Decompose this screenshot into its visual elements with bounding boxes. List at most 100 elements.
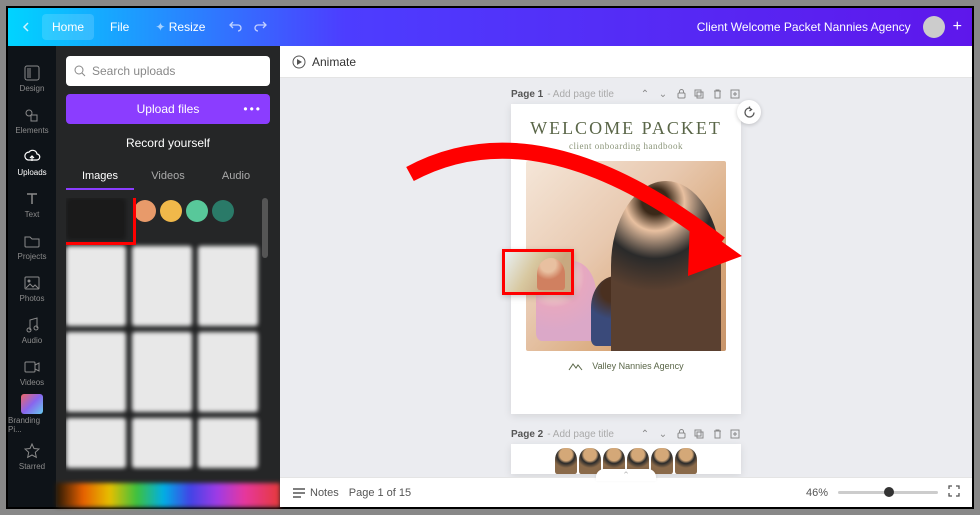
cloud-upload-icon — [23, 148, 41, 166]
page-number-label: Page 1 — [511, 89, 543, 100]
notes-icon — [292, 487, 306, 499]
upload-thumb[interactable] — [198, 332, 258, 412]
page-counter[interactable]: Page 1 of 15 — [349, 487, 411, 499]
record-yourself-button[interactable]: Record yourself — [66, 130, 270, 156]
swatch[interactable] — [160, 200, 182, 222]
upload-more-icon[interactable]: ••• — [243, 102, 262, 116]
back-button[interactable] — [18, 18, 36, 36]
shapes-icon — [23, 106, 41, 124]
chevron-up-icon[interactable]: ⌃ — [639, 428, 651, 440]
tab-images[interactable]: Images — [66, 164, 134, 190]
document-title[interactable]: Client Welcome Packet Nannies Agency — [697, 20, 911, 34]
page-2-header: Page 2 - Add page title ⌃ ⌄ — [511, 428, 741, 440]
rail-projects[interactable]: Projects — [8, 226, 56, 266]
doc-subheading[interactable]: client onboarding handbook — [569, 141, 683, 151]
user-avatar[interactable] — [923, 16, 945, 38]
rail-text[interactable]: Text — [8, 184, 56, 224]
upload-label: Upload files — [137, 102, 200, 116]
swatch[interactable] — [212, 200, 234, 222]
rail-photos[interactable]: Photos — [8, 268, 56, 308]
canvas-viewport[interactable]: Page 1 - Add page title ⌃ ⌄ — [280, 78, 972, 477]
top-menu-bar: Home File ✦ Resize Client Welcome Packet… — [8, 8, 972, 46]
music-icon — [23, 316, 41, 334]
page-title-input[interactable]: - Add page title — [547, 429, 614, 440]
upload-thumb[interactable] — [198, 246, 258, 326]
duplicate-icon[interactable] — [693, 428, 705, 440]
chevron-down-icon[interactable]: ⌄ — [657, 88, 669, 100]
upload-thumb[interactable] — [132, 246, 192, 326]
rail-branding[interactable]: Branding Pi... — [8, 394, 56, 434]
rail-uploads[interactable]: Uploads — [8, 142, 56, 182]
trash-icon[interactable] — [711, 428, 723, 440]
tab-videos[interactable]: Videos — [134, 164, 202, 190]
tab-audio[interactable]: Audio — [202, 164, 270, 190]
lock-icon[interactable] — [675, 88, 687, 100]
add-page-icon[interactable] — [729, 88, 741, 100]
upload-thumb[interactable] — [132, 332, 192, 412]
rail-design[interactable]: Design — [8, 58, 56, 98]
rail-label: Design — [20, 84, 45, 93]
swatch[interactable] — [134, 200, 156, 222]
rail-elements[interactable]: Elements — [8, 100, 56, 140]
zoom-value[interactable]: 46% — [806, 487, 828, 499]
star-icon — [23, 442, 41, 460]
rail-label: Projects — [18, 252, 47, 261]
color-swatches — [132, 198, 270, 240]
template-icon — [23, 64, 41, 82]
mountains-logo-icon — [568, 361, 586, 371]
rail-label: Photos — [20, 294, 45, 303]
upload-thumb[interactable] — [66, 332, 126, 412]
search-input[interactable]: Search uploads — [66, 56, 270, 86]
upload-thumb[interactable] — [198, 418, 258, 468]
upload-thumb[interactable] — [66, 246, 126, 326]
annotation-dragged-thumbnail — [502, 249, 574, 295]
reset-page-button[interactable] — [737, 100, 761, 124]
chevron-up-icon[interactable]: ⌃ — [639, 88, 651, 100]
add-page-icon[interactable] — [729, 428, 741, 440]
page-number-label: Page 2 — [511, 429, 543, 440]
upload-thumb[interactable] — [66, 198, 126, 240]
panel-scrollbar[interactable] — [262, 198, 268, 483]
page-1-header: Page 1 - Add page title ⌃ ⌄ — [511, 88, 741, 100]
animate-button[interactable]: Animate — [312, 55, 356, 69]
video-icon — [23, 358, 41, 376]
notes-button[interactable]: Notes — [292, 487, 339, 499]
uploads-panel: Search uploads Upload files ••• Record y… — [56, 46, 280, 507]
notes-label: Notes — [310, 487, 339, 499]
zoom-slider[interactable] — [838, 491, 938, 494]
panel-tabs: Images Videos Audio — [66, 164, 270, 190]
uploads-grid — [66, 198, 270, 483]
lock-icon[interactable] — [675, 428, 687, 440]
chevron-down-icon[interactable]: ⌄ — [657, 428, 669, 440]
rail-label: Branding Pi... — [8, 416, 56, 434]
search-icon — [74, 65, 86, 77]
home-menu[interactable]: Home — [42, 14, 94, 40]
share-plus-button[interactable]: + — [953, 18, 962, 36]
file-menu[interactable]: File — [100, 14, 139, 40]
fullscreen-button[interactable] — [948, 485, 960, 500]
animate-icon — [292, 55, 306, 69]
page-drawer-handle[interactable]: ⌃ — [596, 469, 656, 481]
status-bar: Notes Page 1 of 15 46% — [280, 477, 972, 507]
rail-label: Text — [25, 210, 40, 219]
resize-menu[interactable]: ✦ Resize — [145, 14, 215, 40]
undo-button[interactable] — [229, 20, 243, 35]
upload-files-button[interactable]: Upload files ••• — [66, 94, 270, 124]
doc-heading[interactable]: WELCOME PACKET — [530, 118, 722, 139]
doc-footer[interactable]: Valley Nannies Agency — [568, 361, 683, 371]
rail-label: Uploads — [17, 168, 46, 177]
rail-videos[interactable]: Videos — [8, 352, 56, 392]
rail-label: Starred — [19, 462, 45, 471]
doc-footer-text: Valley Nannies Agency — [592, 361, 683, 371]
page-title-input[interactable]: - Add page title — [547, 89, 614, 100]
trash-icon[interactable] — [711, 88, 723, 100]
left-rail: Design Elements Uploads Text Projects Ph… — [8, 46, 56, 507]
duplicate-icon[interactable] — [693, 88, 705, 100]
redo-button[interactable] — [253, 20, 267, 35]
upload-thumb[interactable] — [132, 418, 192, 468]
rail-audio[interactable]: Audio — [8, 310, 56, 350]
search-placeholder: Search uploads — [92, 64, 175, 78]
swatch[interactable] — [186, 200, 208, 222]
rail-starred[interactable]: Starred — [8, 436, 56, 476]
upload-thumb[interactable] — [66, 418, 126, 468]
